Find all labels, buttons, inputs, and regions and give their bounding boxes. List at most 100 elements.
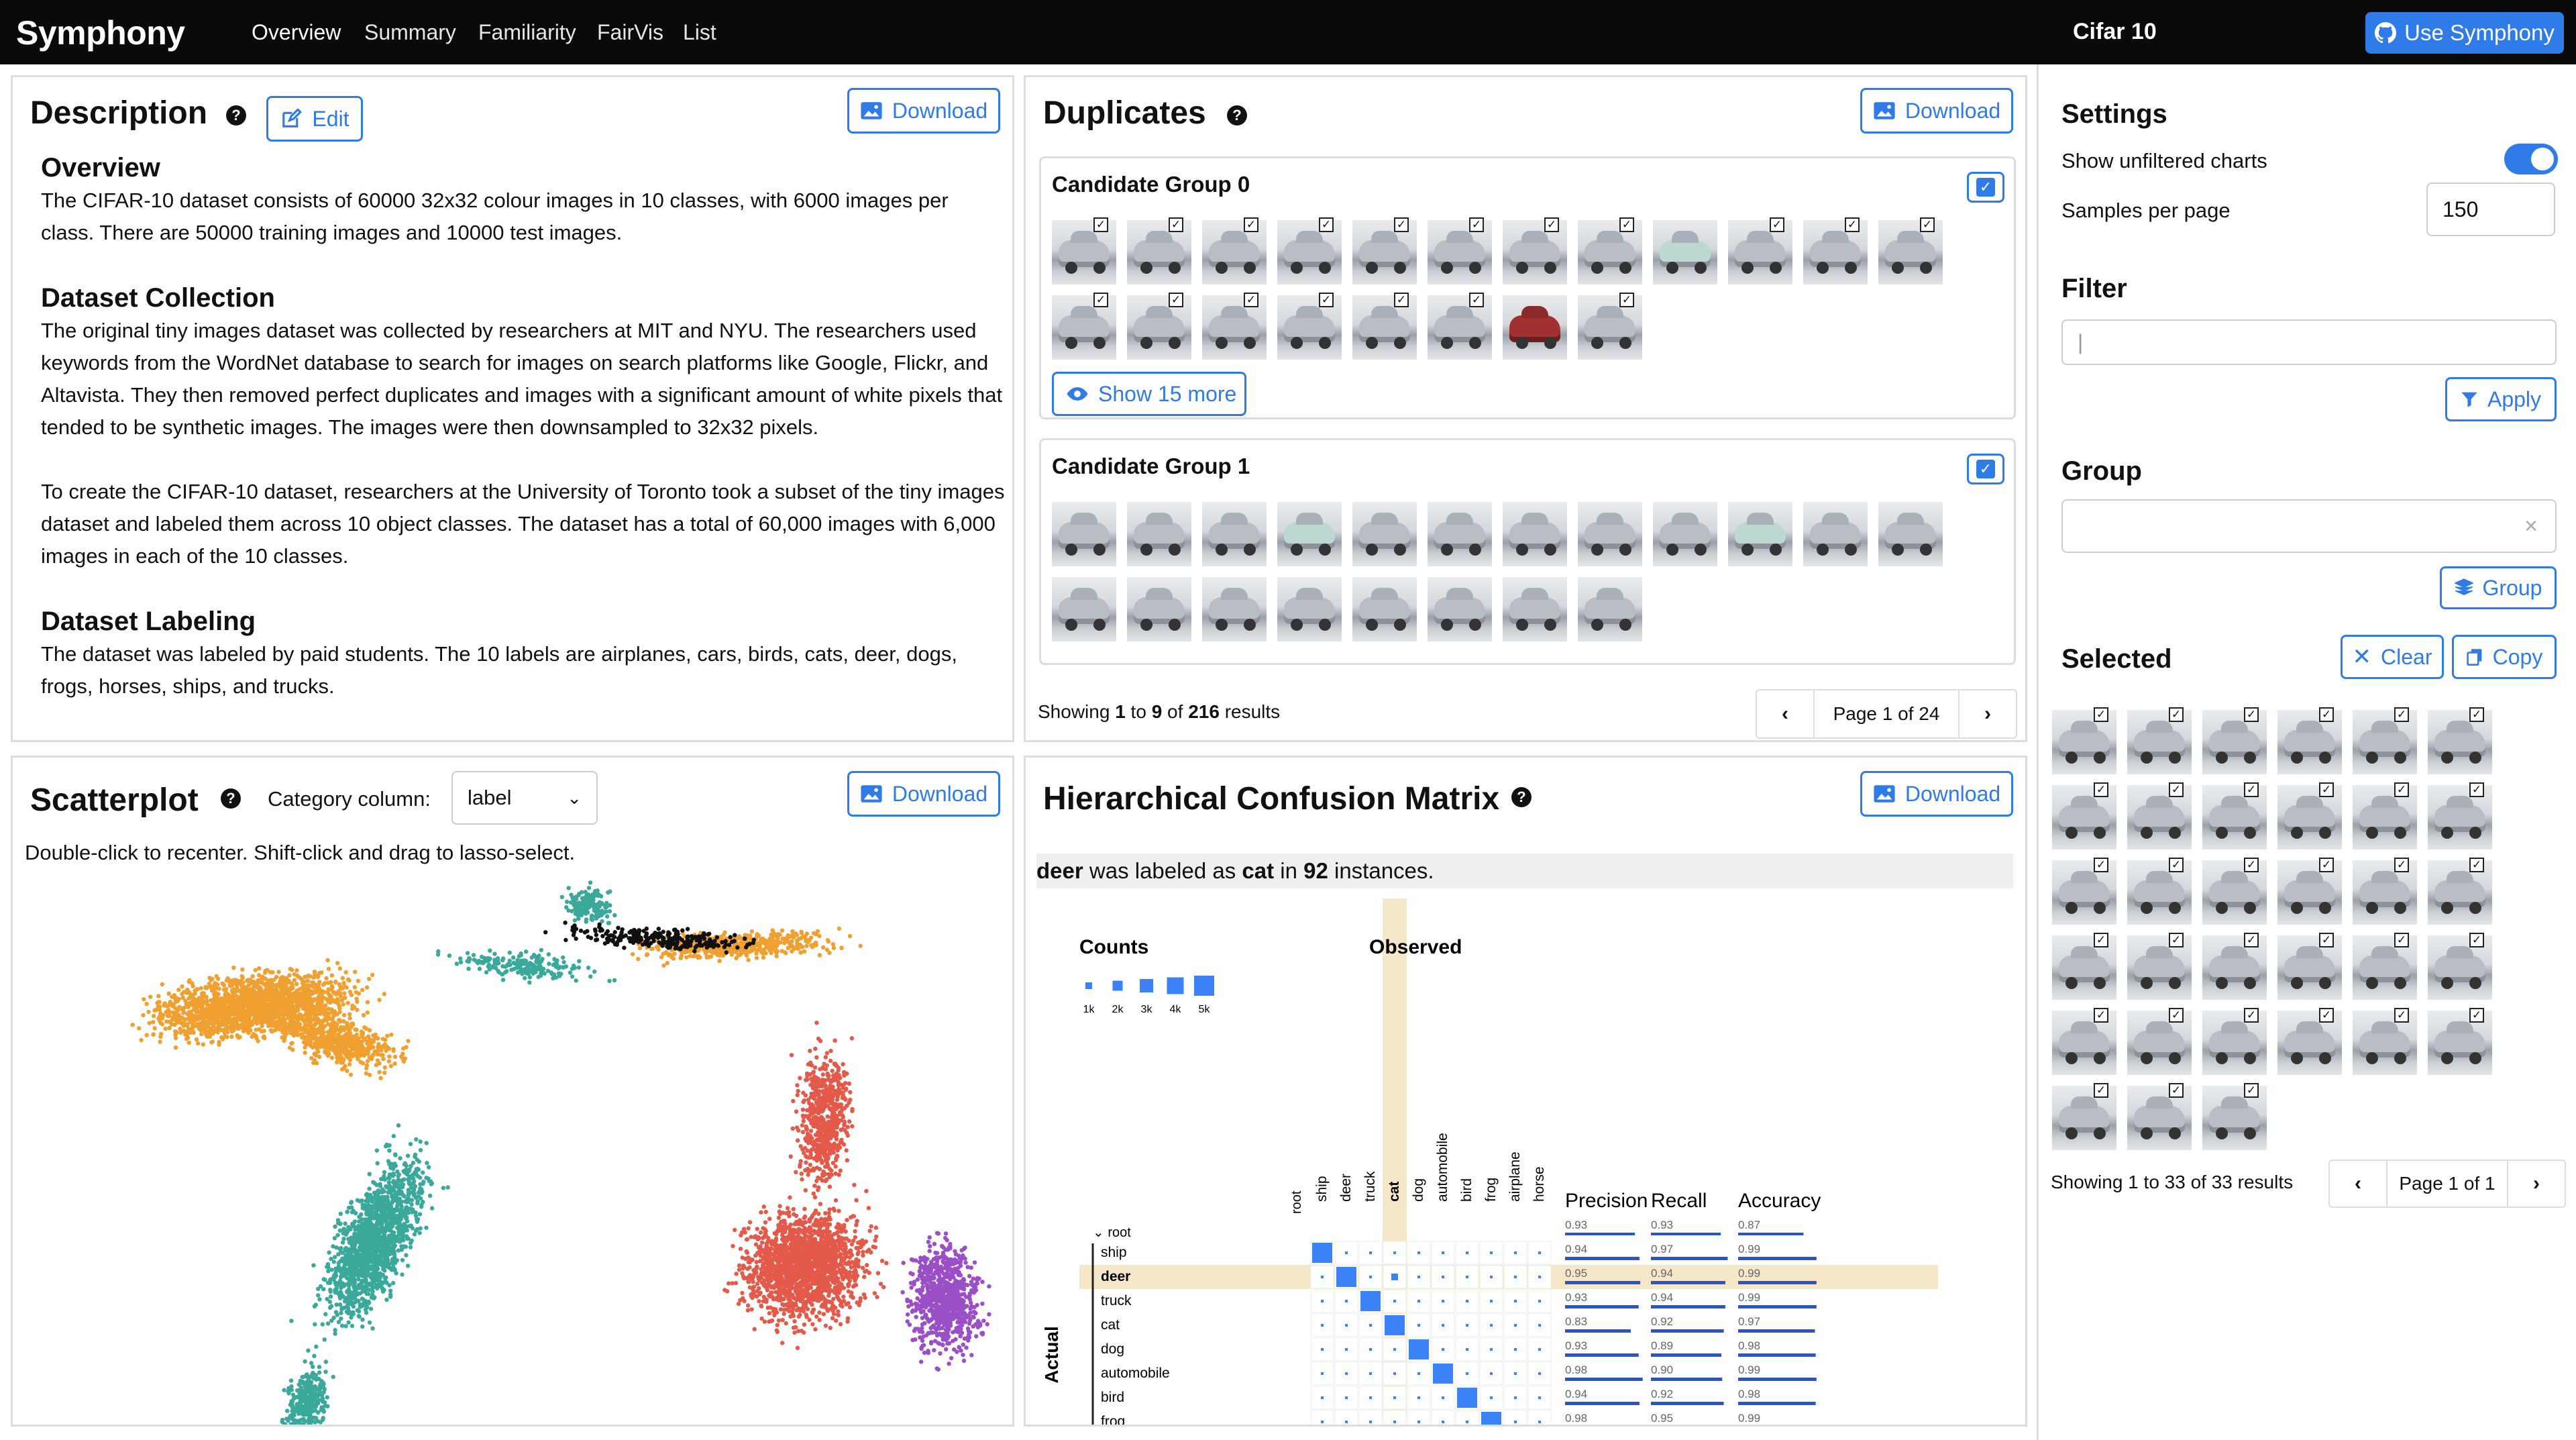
filter-input[interactable]: |	[2061, 319, 2557, 365]
thumbnail-checkbox[interactable]: ✓	[2394, 1008, 2409, 1023]
thumbnail-checkbox[interactable]: ✓	[2244, 858, 2259, 872]
edit-button[interactable]: Edit	[266, 96, 363, 142]
image-thumbnail[interactable]	[1277, 502, 1342, 566]
thumbnail-checkbox[interactable]: ✓	[2394, 858, 2409, 872]
thumbnail-checkbox[interactable]: ✓	[1770, 217, 1784, 232]
nav-overview[interactable]: Overview	[252, 20, 341, 45]
help-icon[interactable]: ?	[1511, 787, 1532, 807]
show-more-button[interactable]: Show 15 more	[1052, 372, 1246, 416]
thumbnail-checkbox[interactable]: ✓	[2469, 858, 2484, 872]
image-thumbnail[interactable]	[1052, 502, 1116, 566]
thumbnail-checkbox[interactable]: ✓	[1619, 217, 1634, 232]
thumbnail-checkbox[interactable]: ✓	[2169, 707, 2184, 722]
thumbnail-checkbox[interactable]: ✓	[2469, 1008, 2484, 1023]
thumbnail-checkbox[interactable]: ✓	[1244, 217, 1258, 232]
copy-selection-button[interactable]: Copy	[2452, 635, 2557, 679]
thumbnail-checkbox[interactable]: ✓	[2094, 782, 2108, 797]
thumbnail-checkbox[interactable]: ✓	[2169, 1083, 2184, 1098]
thumbnail-checkbox[interactable]: ✓	[2394, 782, 2409, 797]
nav-familiarity[interactable]: Familiarity	[478, 20, 576, 45]
thumbnail-checkbox[interactable]: ✓	[2094, 1008, 2108, 1023]
image-thumbnail[interactable]	[1202, 502, 1267, 566]
thumbnail-checkbox[interactable]: ✓	[2469, 933, 2484, 947]
help-icon[interactable]: ?	[226, 105, 246, 125]
duplicates-download-button[interactable]: Download	[1860, 88, 2013, 134]
thumbnail-checkbox[interactable]: ✓	[1244, 293, 1258, 307]
image-thumbnail[interactable]	[1352, 577, 1417, 641]
samples-per-page-input[interactable]: 150	[2426, 183, 2555, 236]
thumbnail-checkbox[interactable]: ✓	[2169, 933, 2184, 947]
image-thumbnail[interactable]	[1503, 502, 1567, 566]
clear-icon[interactable]: ×	[2524, 513, 2538, 539]
thumbnail-checkbox[interactable]: ✓	[2094, 1083, 2108, 1098]
thumbnail-checkbox[interactable]: ✓	[1169, 293, 1183, 307]
image-thumbnail[interactable]	[1503, 295, 1567, 360]
description-download-button[interactable]: Download	[847, 88, 1000, 134]
category-column-select[interactable]: label ⌄	[451, 771, 598, 825]
thumbnail-checkbox[interactable]: ✓	[2319, 782, 2334, 797]
image-thumbnail[interactable]	[1653, 502, 1717, 566]
prev-page-button[interactable]: ‹	[1757, 690, 1813, 737]
thumbnail-checkbox[interactable]: ✓	[1544, 217, 1559, 232]
group-select[interactable]: ×	[2061, 499, 2557, 553]
thumbnail-checkbox[interactable]: ✓	[2094, 707, 2108, 722]
group-select-checkbox[interactable]: ✓	[1967, 454, 2004, 484]
image-thumbnail[interactable]	[1352, 502, 1417, 566]
image-thumbnail[interactable]	[1428, 502, 1492, 566]
nav-fairvis[interactable]: FairVis	[597, 20, 663, 45]
next-page-button[interactable]: ›	[2508, 1161, 2565, 1206]
use-symphony-button[interactable]: Use Symphony	[2365, 12, 2564, 54]
thumbnail-checkbox[interactable]: ✓	[2244, 782, 2259, 797]
show-unfiltered-toggle[interactable]	[2504, 144, 2558, 174]
image-thumbnail[interactable]	[1277, 577, 1342, 641]
image-thumbnail[interactable]	[1728, 502, 1792, 566]
thumbnail-checkbox[interactable]: ✓	[1619, 293, 1634, 307]
thumbnail-checkbox[interactable]: ✓	[2319, 858, 2334, 872]
thumbnail-checkbox[interactable]: ✓	[1319, 217, 1334, 232]
image-thumbnail[interactable]	[1653, 220, 1717, 285]
thumbnail-checkbox[interactable]: ✓	[1845, 217, 1860, 232]
image-thumbnail[interactable]	[1578, 502, 1642, 566]
clear-selection-button[interactable]: ✕ Clear	[2341, 635, 2444, 679]
thumbnail-checkbox[interactable]: ✓	[2244, 1008, 2259, 1023]
scatterplot-canvas[interactable]	[13, 865, 1012, 1425]
nav-summary[interactable]: Summary	[364, 20, 456, 45]
help-icon[interactable]: ?	[221, 788, 241, 809]
thumbnail-checkbox[interactable]: ✓	[2319, 1008, 2334, 1023]
thumbnail-checkbox[interactable]: ✓	[1319, 293, 1334, 307]
thumbnail-checkbox[interactable]: ✓	[2244, 707, 2259, 722]
thumbnail-checkbox[interactable]: ✓	[1169, 217, 1183, 232]
thumbnail-checkbox[interactable]: ✓	[2319, 707, 2334, 722]
image-thumbnail[interactable]	[1578, 577, 1642, 641]
confusion-matrix-chart[interactable]: Counts Observed 1k 2k 3k 4k 5k root ship deer truc…	[1026, 898, 2025, 1425]
thumbnail-checkbox[interactable]: ✓	[1469, 293, 1484, 307]
nav-list[interactable]: List	[683, 20, 716, 45]
thumbnail-checkbox[interactable]: ✓	[2244, 1083, 2259, 1098]
apply-filter-button[interactable]: Apply	[2445, 377, 2557, 421]
thumbnail-checkbox[interactable]: ✓	[2394, 933, 2409, 947]
image-thumbnail[interactable]	[1127, 577, 1191, 641]
thumbnail-checkbox[interactable]: ✓	[2469, 707, 2484, 722]
thumbnail-checkbox[interactable]: ✓	[1469, 217, 1484, 232]
thumbnail-checkbox[interactable]: ✓	[2169, 782, 2184, 797]
thumbnail-checkbox[interactable]: ✓	[2319, 933, 2334, 947]
brand-logo[interactable]: Symphony	[16, 13, 185, 52]
thumbnail-checkbox[interactable]: ✓	[2394, 707, 2409, 722]
confusion-download-button[interactable]: Download	[1860, 771, 2013, 817]
thumbnail-checkbox[interactable]: ✓	[2169, 1008, 2184, 1023]
group-button[interactable]: Group	[2440, 566, 2557, 609]
thumbnail-checkbox[interactable]: ✓	[1093, 217, 1108, 232]
group-select-checkbox[interactable]: ✓	[1967, 172, 2004, 203]
image-thumbnail[interactable]	[1428, 577, 1492, 641]
thumbnail-checkbox[interactable]: ✓	[1394, 217, 1409, 232]
prev-page-button[interactable]: ‹	[2330, 1161, 2386, 1206]
scatterplot-download-button[interactable]: Download	[847, 771, 1000, 817]
image-thumbnail[interactable]	[1052, 577, 1116, 641]
thumbnail-checkbox[interactable]: ✓	[1093, 293, 1108, 307]
image-thumbnail[interactable]	[1503, 577, 1567, 641]
image-thumbnail[interactable]	[1803, 502, 1868, 566]
image-thumbnail[interactable]	[1127, 502, 1191, 566]
thumbnail-checkbox[interactable]: ✓	[1920, 217, 1935, 232]
thumbnail-checkbox[interactable]: ✓	[2094, 858, 2108, 872]
image-thumbnail[interactable]	[1878, 502, 1943, 566]
